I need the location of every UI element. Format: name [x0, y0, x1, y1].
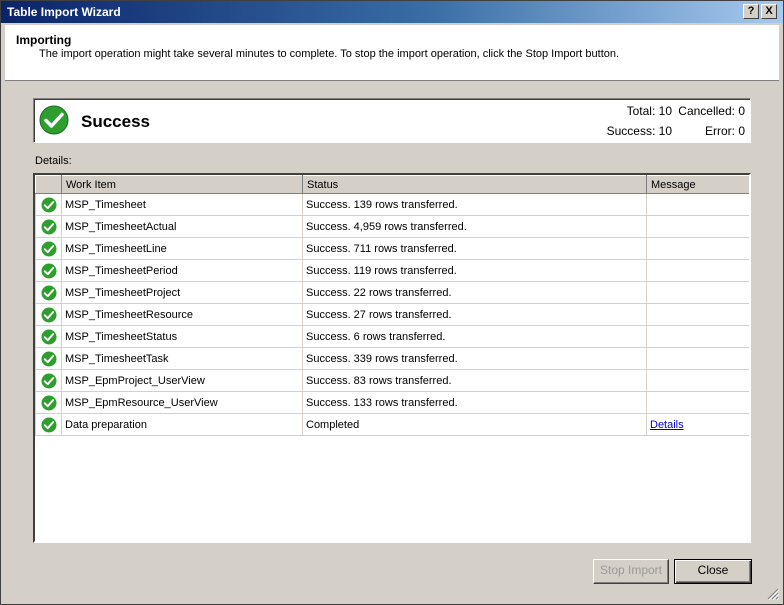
header-panel: Importing The import operation might tak… — [5, 25, 779, 81]
row-status-icon-cell — [35, 369, 62, 392]
row-status-icon-cell — [35, 391, 62, 414]
column-header-status[interactable]: Status — [302, 175, 647, 194]
help-icon: ? — [747, 5, 755, 17]
row-status-icon-cell — [35, 237, 62, 260]
table-header-row: Work Item Status Message — [35, 175, 749, 194]
row-status-icon-cell — [35, 281, 62, 304]
help-button[interactable]: ? — [743, 4, 759, 19]
table-row[interactable]: MSP_Timesheet Success. 139 rows transferr… — [35, 193, 749, 216]
window-title: Table Import Wizard — [7, 5, 121, 19]
work-item-cell: MSP_TimesheetTask — [61, 347, 303, 370]
details-table: Work Item Status Message MSP_Timesheet Su… — [35, 175, 749, 436]
header-description: The import operation might take several … — [39, 48, 620, 60]
success-check-icon — [41, 285, 56, 300]
error-count: Error: 0 — [704, 124, 745, 138]
details-grid[interactable]: Work Item Status Message MSP_Timesheet Su… — [33, 173, 751, 543]
work-item-cell: MSP_Timesheet — [61, 193, 303, 216]
stop-import-button[interactable]: Stop Import — [593, 559, 669, 584]
success-check-icon — [41, 219, 56, 234]
table-row[interactable]: MSP_EpmResource_UserView Success. 133 row… — [35, 391, 749, 414]
work-item-cell: MSP_EpmResource_UserView — [61, 391, 303, 414]
table-row[interactable]: MSP_TimesheetStatus Success. 6 rows trans… — [35, 325, 749, 348]
status-cell: Success. 27 rows transferred. — [302, 303, 647, 326]
row-status-icon-cell — [35, 193, 62, 216]
status-cell: Success. 4,959 rows transferred. — [302, 215, 647, 238]
column-header-icon[interactable] — [35, 175, 62, 194]
table-row[interactable]: MSP_TimesheetLine Success. 711 rows trans… — [35, 237, 749, 260]
success-check-icon — [41, 395, 56, 410]
table-row[interactable]: MSP_TimesheetActual Success. 4,959 rows t… — [35, 215, 749, 238]
status-cell: Success. 339 rows transferred. — [302, 347, 647, 370]
status-cell: Completed — [302, 413, 647, 436]
status-cell: Success. 133 rows transferred. — [302, 391, 647, 414]
message-cell — [646, 259, 749, 282]
status-cell: Success. 139 rows transferred. — [302, 193, 647, 216]
status-cell: Success. 119 rows transferred. — [302, 259, 647, 282]
work-item-cell: MSP_TimesheetStatus — [61, 325, 303, 348]
message-cell — [646, 237, 749, 260]
success-check-icon — [41, 197, 56, 212]
message-cell: Details — [646, 413, 749, 436]
table-import-wizard-window: Table Import Wizard ? X Importing The im… — [0, 0, 784, 605]
row-status-icon-cell — [35, 303, 62, 326]
message-cell — [646, 193, 749, 216]
success-check-icon — [41, 307, 56, 322]
message-cell — [646, 281, 749, 304]
status-summary: Success Total: 10 Cancelled: 0 Success: … — [33, 98, 751, 143]
status-cell: Success. 22 rows transferred. — [302, 281, 647, 304]
work-item-cell: MSP_TimesheetPeriod — [61, 259, 303, 282]
row-status-icon-cell — [35, 347, 62, 370]
message-cell — [646, 369, 749, 392]
row-status-icon-cell — [35, 215, 62, 238]
header-title: Importing — [16, 33, 72, 47]
work-item-cell: MSP_TimesheetLine — [61, 237, 303, 260]
cancelled-count: Cancelled: 0 — [678, 104, 745, 118]
close-window-button[interactable]: X — [761, 4, 777, 19]
message-cell — [646, 391, 749, 414]
resize-grip-icon[interactable] — [767, 588, 779, 600]
message-cell — [646, 325, 749, 348]
table-row[interactable]: Data preparation Completed Details — [35, 413, 749, 436]
row-status-icon-cell — [35, 413, 62, 436]
row-status-icon-cell — [35, 259, 62, 282]
status-cell: Success. 83 rows transferred. — [302, 369, 647, 392]
success-count: Success: 10 — [606, 124, 672, 138]
success-check-icon — [39, 105, 69, 135]
table-row[interactable]: MSP_TimesheetTask Success. 339 rows trans… — [35, 347, 749, 370]
success-check-icon — [41, 417, 56, 432]
row-status-icon-cell — [35, 325, 62, 348]
title-bar[interactable]: Table Import Wizard ? X — [1, 1, 783, 23]
work-item-cell: MSP_TimesheetResource — [61, 303, 303, 326]
total-count: Total: 10 — [626, 104, 672, 118]
work-item-cell: Data preparation — [61, 413, 303, 436]
message-cell — [646, 303, 749, 326]
success-check-icon — [41, 373, 56, 388]
success-check-icon — [41, 329, 56, 344]
close-icon: X — [765, 5, 773, 17]
message-cell — [646, 215, 749, 238]
success-check-icon — [41, 263, 56, 278]
status-label: Success — [81, 112, 150, 131]
details-label: Details: — [35, 155, 72, 167]
message-cell — [646, 347, 749, 370]
details-link[interactable]: Details — [650, 419, 684, 431]
status-cell: Success. 6 rows transferred. — [302, 325, 647, 348]
table-row[interactable]: MSP_TimesheetPeriod Success. 119 rows tra… — [35, 259, 749, 282]
column-header-work-item[interactable]: Work Item — [61, 175, 303, 194]
work-item-cell: MSP_TimesheetProject — [61, 281, 303, 304]
work-item-cell: MSP_TimesheetActual — [61, 215, 303, 238]
success-check-icon — [41, 241, 56, 256]
table-row[interactable]: MSP_TimesheetProject Success. 22 rows tra… — [35, 281, 749, 304]
table-row[interactable]: MSP_TimesheetResource Success. 27 rows tr… — [35, 303, 749, 326]
success-check-icon — [41, 351, 56, 366]
table-row[interactable]: MSP_EpmProject_UserView Success. 83 rows … — [35, 369, 749, 392]
status-cell: Success. 711 rows transferred. — [302, 237, 647, 260]
column-header-message[interactable]: Message — [646, 175, 749, 194]
close-button[interactable]: Close — [674, 559, 752, 584]
work-item-cell: MSP_EpmProject_UserView — [61, 369, 303, 392]
